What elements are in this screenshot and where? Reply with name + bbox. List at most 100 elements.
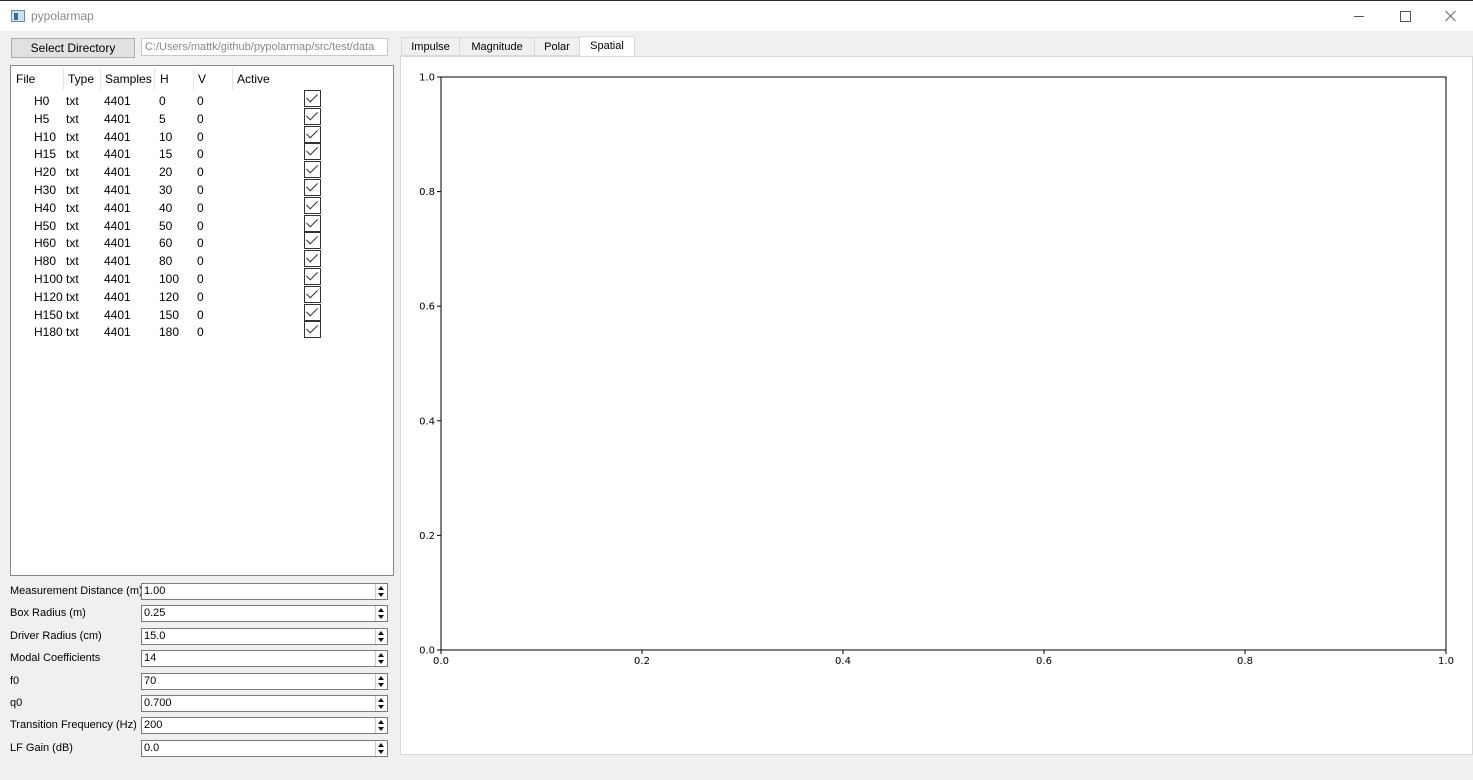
- cell-file: H150: [34, 307, 63, 322]
- spin-down-icon[interactable]: [378, 593, 384, 597]
- active-checkbox[interactable]: [304, 285, 321, 303]
- active-checkbox[interactable]: [304, 143, 321, 161]
- table-row[interactable]: H20 txt 4401 20 0: [11, 161, 393, 182]
- driver-radius-label: Driver Radius (cm): [10, 629, 102, 642]
- column-header-type[interactable]: Type: [68, 72, 94, 86]
- cell-samples: 4401: [104, 94, 131, 108]
- minimize-button[interactable]: [1336, 1, 1382, 31]
- table-row[interactable]: H50 txt 4401 50 0: [11, 214, 393, 236]
- box-radius-value[interactable]: 0.25: [144, 607, 165, 619]
- table-row[interactable]: H5 txt 4401 5 0: [11, 107, 393, 129]
- modal-coefficients-spinbox[interactable]: 14: [141, 650, 388, 668]
- column-header-h[interactable]: H: [160, 72, 169, 86]
- y-tick-label: 0.6: [419, 302, 435, 313]
- window-title: pypolarmap: [31, 9, 94, 23]
- spin-down-icon[interactable]: [378, 615, 384, 620]
- table-row[interactable]: H120 txt 4401 120 0: [11, 285, 393, 307]
- file-table[interactable]: File Type Samples H V Active H0 txt 4401 0 0…: [10, 65, 394, 576]
- tab-impulse[interactable]: Impulse: [401, 37, 460, 56]
- tab-magnitude[interactable]: Magnitude: [459, 37, 535, 56]
- active-checkbox[interactable]: [304, 250, 321, 268]
- column-header-file[interactable]: File: [16, 72, 35, 86]
- transition-frequency-value[interactable]: 200: [144, 719, 162, 731]
- modal-coefficients-value[interactable]: 14: [144, 652, 156, 664]
- column-header-v[interactable]: V: [198, 72, 206, 86]
- transition-frequency-spinbox[interactable]: 200: [141, 717, 388, 735]
- q0-value[interactable]: 0.700: [144, 697, 172, 709]
- column-header-active[interactable]: Active: [237, 72, 270, 86]
- measurement-distance-spinbox[interactable]: 1.00: [141, 583, 388, 600]
- driver-radius-value[interactable]: 15.0: [144, 630, 165, 642]
- spin-up-icon[interactable]: [378, 586, 384, 590]
- directory-path-input[interactable]: [141, 38, 388, 56]
- active-checkbox[interactable]: [304, 107, 321, 125]
- spin-down-icon[interactable]: [378, 749, 384, 754]
- spin-down-icon[interactable]: [378, 660, 384, 665]
- q0-spinbox[interactable]: 0.700: [141, 695, 388, 712]
- spin-up-icon[interactable]: [378, 653, 384, 658]
- cell-h: 15: [159, 147, 173, 162]
- active-checkbox[interactable]: [304, 179, 321, 196]
- select-directory-button[interactable]: Select Directory: [11, 38, 135, 58]
- box-radius-spinbox[interactable]: 0.25: [141, 605, 388, 623]
- cell-v: 0: [197, 165, 204, 180]
- spin-down-icon[interactable]: [378, 637, 384, 642]
- table-row[interactable]: H10 txt 4401 10 0: [11, 125, 393, 147]
- spin-down-icon[interactable]: [378, 727, 384, 732]
- table-row[interactable]: H40 txt 4401 40 0: [11, 196, 393, 218]
- spin-up-icon[interactable]: [378, 698, 384, 702]
- table-row[interactable]: H80 txt 4401 80 0: [11, 250, 393, 271]
- active-checkbox[interactable]: [304, 125, 321, 143]
- spin-buttons[interactable]: [375, 651, 387, 667]
- spin-buttons[interactable]: [375, 696, 387, 711]
- spin-up-icon[interactable]: [378, 675, 384, 680]
- y-tick-label: 0.0: [419, 646, 435, 657]
- spin-down-icon[interactable]: [378, 705, 384, 709]
- f0-value[interactable]: 70: [144, 675, 156, 687]
- measurement-distance-value[interactable]: 1.00: [144, 585, 165, 597]
- f0-spinbox[interactable]: 70: [141, 672, 388, 690]
- cell-v: 0: [197, 325, 204, 340]
- spin-up-icon[interactable]: [378, 742, 384, 747]
- lf-gain-label: LF Gain (dB): [10, 741, 73, 754]
- spin-up-icon[interactable]: [378, 720, 384, 725]
- active-checkbox[interactable]: [304, 161, 321, 179]
- active-checkbox[interactable]: [304, 90, 321, 107]
- tab-polar[interactable]: Polar: [534, 37, 580, 56]
- cell-samples: 4401: [104, 200, 131, 215]
- spin-buttons[interactable]: [375, 740, 387, 756]
- driver-radius-spinbox[interactable]: 15.0: [141, 627, 388, 645]
- active-checkbox[interactable]: [304, 303, 321, 321]
- cell-type: txt: [66, 236, 79, 251]
- maximize-button[interactable]: [1382, 1, 1428, 31]
- table-row[interactable]: H60 txt 4401 60 0: [11, 232, 393, 253]
- active-checkbox[interactable]: [304, 196, 321, 214]
- spin-buttons[interactable]: [375, 718, 387, 734]
- cell-samples: 4401: [104, 147, 131, 162]
- spatial-plot[interactable]: 0.0 0.2 0.4 0.6 0.8 1.0 0.0 0.2 0.4 0.6 0.8 1.0: [401, 57, 1472, 754]
- table-row[interactable]: H100 txt 4401 100 0: [11, 268, 393, 289]
- table-row[interactable]: H30 txt 4401 30 0: [11, 179, 393, 200]
- active-checkbox[interactable]: [304, 321, 321, 339]
- x-tick-label: 0.0: [433, 656, 449, 667]
- lf-gain-spinbox[interactable]: 0.0: [141, 739, 388, 757]
- spin-buttons[interactable]: [375, 673, 387, 689]
- active-checkbox[interactable]: [304, 232, 321, 250]
- table-row[interactable]: H15 txt 4401 15 0: [11, 143, 393, 164]
- close-button[interactable]: [1428, 1, 1473, 31]
- cell-h: 60: [159, 236, 173, 251]
- spin-buttons[interactable]: [375, 628, 387, 644]
- column-header-samples[interactable]: Samples: [105, 72, 152, 86]
- tab-spatial[interactable]: Spatial: [579, 36, 635, 57]
- spin-buttons[interactable]: [375, 606, 387, 622]
- active-checkbox[interactable]: [304, 214, 321, 232]
- lf-gain-value[interactable]: 0.0: [144, 742, 159, 754]
- spin-up-icon[interactable]: [378, 630, 384, 635]
- table-row[interactable]: H0 txt 4401 0 0: [11, 90, 393, 111]
- spin-buttons[interactable]: [375, 584, 387, 599]
- spin-up-icon[interactable]: [378, 608, 384, 613]
- spin-down-icon[interactable]: [378, 682, 384, 687]
- active-checkbox[interactable]: [304, 268, 321, 285]
- table-row[interactable]: H180 txt 4401 180 0: [11, 321, 393, 342]
- table-row[interactable]: H150 txt 4401 150 0: [11, 303, 393, 325]
